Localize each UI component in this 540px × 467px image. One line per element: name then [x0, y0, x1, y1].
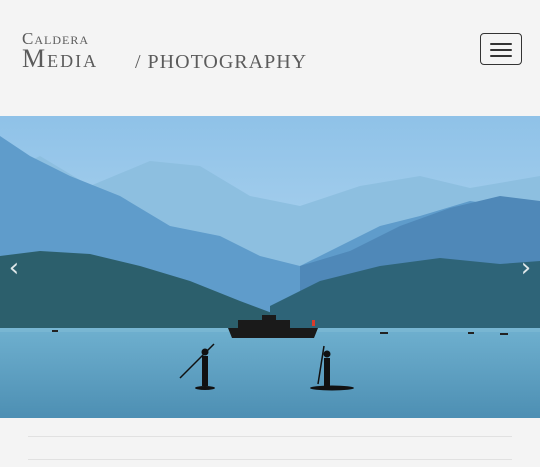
divider	[28, 459, 512, 460]
carousel-next-button[interactable]: ›	[514, 254, 538, 282]
chevron-right-icon: ›	[520, 253, 532, 283]
hamburger-icon	[490, 49, 512, 51]
hamburger-icon	[490, 43, 512, 45]
brand-subtitle: / PHOTOGRAPHY	[135, 51, 308, 73]
hero-carousel[interactable]: ‹ ›	[0, 116, 540, 418]
hamburger-icon	[490, 55, 512, 57]
brand-line2: Media	[22, 44, 99, 73]
brand-logo[interactable]: Caldera Media	[22, 30, 98, 72]
chevron-left-icon: ‹	[8, 253, 20, 283]
site-header: Caldera Media / PHOTOGRAPHY	[0, 0, 540, 116]
divider	[28, 436, 512, 437]
carousel-prev-button[interactable]: ‹	[2, 254, 26, 282]
menu-toggle-button[interactable]	[480, 33, 522, 65]
carousel-slide-image	[0, 116, 540, 418]
